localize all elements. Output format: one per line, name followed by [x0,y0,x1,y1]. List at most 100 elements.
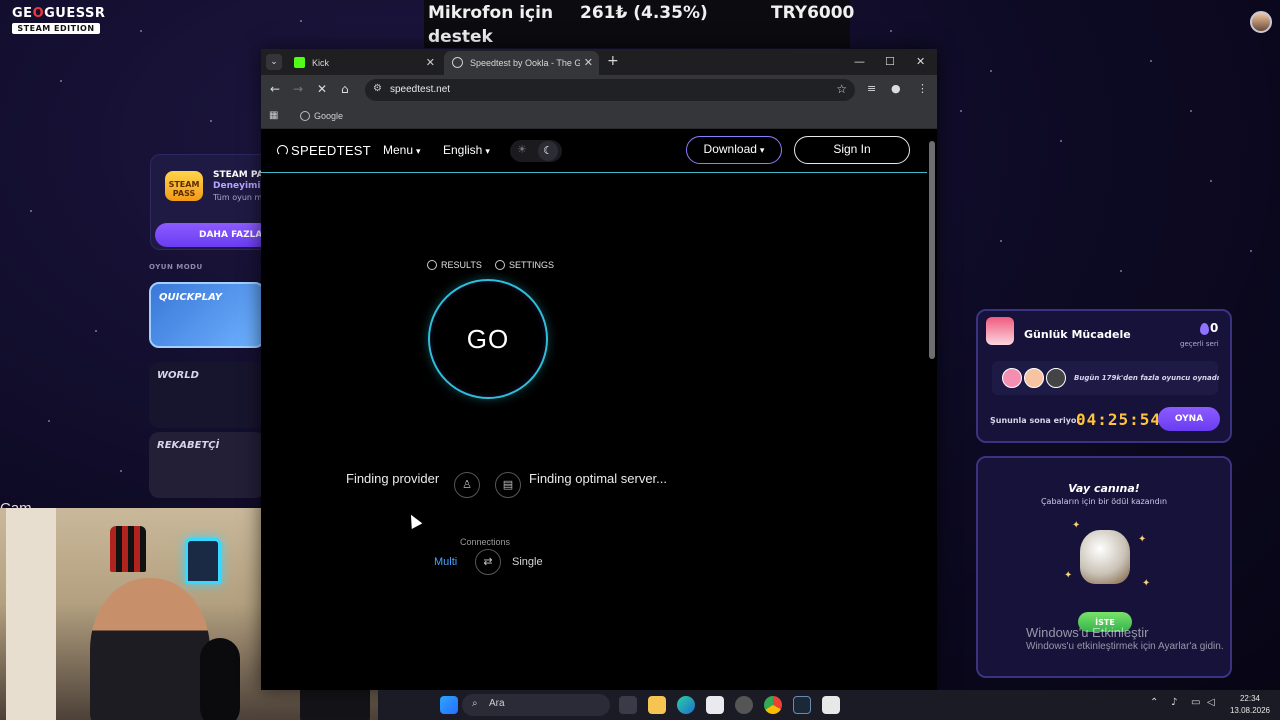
moon-icon[interactable]: ☾ [538,141,558,161]
theme-toggle[interactable]: ☀ ☾ [510,140,562,162]
ends-in-label: Şununla sona eriyor [990,416,1081,425]
chevron-down-icon[interactable]: ⌄ [266,54,282,70]
edge-icon[interactable] [677,696,695,714]
connections-multi-option[interactable]: Multi [434,556,457,568]
sun-icon[interactable]: ☀ [517,143,527,156]
download-button[interactable]: Download ▾ [686,136,782,164]
speedtest-logo[interactable]: SPEEDTEST [277,143,371,158]
chevron-down-icon: ▾ [759,145,765,155]
player-avatar [1002,368,1022,388]
bookmark-google[interactable]: Google [314,111,343,121]
profile-icon[interactable]: ● [891,82,901,95]
maximize-icon[interactable]: ☐ [885,55,895,68]
chrome-icon[interactable] [764,696,782,714]
tab-speedtest[interactable]: Speedtest by Ookla - The Global ✕ [444,51,599,75]
more-menu-icon[interactable]: ⋮ [917,82,928,95]
sparkle-icon: ✦ [1138,534,1147,545]
goat-reward-illustration [1080,530,1130,584]
monitor-icon[interactable]: ▭ [1191,697,1200,708]
new-tab-icon[interactable]: + [607,53,619,69]
url-text: speedtest.net [390,84,451,95]
results-link[interactable]: RESULTS [427,260,482,270]
menu-dropdown[interactable]: Menu ▾ [383,143,421,157]
chevron-down-icon: ▾ [485,146,490,156]
streak-drop-icon [1200,323,1209,335]
sign-in-button[interactable]: Sign In [794,136,910,164]
play-button[interactable]: OYNA [1158,407,1220,431]
mode-card-competitive[interactable]: REKABETÇİ [149,432,265,498]
activation-title: Windows'u Etkinleştir [1026,625,1149,640]
file-explorer-icon[interactable] [648,696,666,714]
task-view-icon[interactable] [619,696,637,714]
bookmarks-bar: ▦ Google [261,105,937,129]
streamer [90,578,210,720]
windows-start-icon[interactable] [440,696,458,714]
close-icon[interactable]: ✕ [426,56,435,69]
server-icon: ▤ [495,472,521,498]
players-strip: Bugün 179k'den fazla oyuncu oynadı [992,361,1220,395]
provider-status: Finding provider [346,471,440,486]
microphone-icon[interactable]: ♪ [1171,697,1177,708]
kick-favicon-icon [294,57,305,68]
star-icon[interactable]: ☆ [836,82,847,96]
connections-single-option[interactable]: Single [512,556,543,568]
daily-challenge-title: Günlük Mücadele [1024,328,1131,341]
streak-label: geçerli seri [1180,340,1219,348]
gauge-icon [277,145,288,156]
go-button[interactable]: GO [428,279,548,399]
steam-icon[interactable] [793,696,811,714]
store-icon[interactable] [706,696,724,714]
scrollbar[interactable] [929,141,935,359]
daily-challenge-panel: Günlük Mücadele 0 geçerli seri Bugün 179… [976,309,1232,443]
browser-window: ⌄ Kick ✕ Speedtest by Ookla - The Global… [261,49,937,690]
mode-card-world[interactable]: WORLD [149,362,265,428]
mode-card-quickplay[interactable]: QUICKPLAY [149,282,265,348]
settings-link[interactable]: SETTINGS [495,260,554,270]
game-mode-label: OYUN MODU [149,263,203,271]
browser-toolbar: ← → ✕ ⌂ ⚙ speedtest.net ☆ ≡ ● ⋮ [261,75,937,105]
apps-icon[interactable]: ▦ [269,110,278,121]
server-status: Finding optimal server... [529,471,668,486]
sparkle-icon: ✦ [1072,520,1081,531]
connections-label: Connections [460,537,511,547]
person-icon: ♙ [454,472,480,498]
arrow-right-icon[interactable]: → [293,82,303,96]
ticker-text-line1: Mikrofon için [428,3,554,23]
site-info-icon[interactable]: ⚙ [373,83,382,94]
jersey [185,538,221,584]
tab-kick[interactable]: Kick ✕ [286,51,441,75]
minimize-icon[interactable]: — [854,55,865,68]
address-bar[interactable]: ⚙ speedtest.net ☆ [365,79,855,101]
chevron-up-icon[interactable]: ⌃ [1150,697,1158,708]
maps-app-icon[interactable] [822,696,840,714]
clock-date: 13.08.2026 [1229,706,1271,715]
calendar-icon [986,317,1014,345]
media-icon[interactable]: ≡ [867,82,876,95]
steam-pass-more-button[interactable]: DAHA FAZLA B [155,223,272,247]
chevron-down-icon: ▾ [416,146,421,156]
close-icon[interactable]: ✕ [584,56,593,69]
volume-icon[interactable]: ◁ [1207,697,1215,708]
microphone [200,638,240,720]
steam-pass-card: STEAM PASS STEAM PASS Deneyimini Tüm oyu… [150,154,276,250]
geoguessr-logo: GEOGUESSR STEAM EDITION [12,6,106,34]
home-icon[interactable]: ⌂ [341,82,349,96]
search-icon: ⌕ [472,698,478,709]
settings-app-icon[interactable] [735,696,753,714]
players-count-text: Bugün 179k'den fazla oyuncu oynadı [1074,374,1220,382]
player-avatar [1024,368,1044,388]
google-icon [300,111,310,121]
ticker-goal: TRY6000 [771,3,855,23]
close-window-icon[interactable]: ✕ [916,55,925,68]
search-placeholder: Ara [489,698,505,709]
taskbar-search[interactable]: ⌕ Ara [462,694,610,716]
arrow-left-icon[interactable]: ← [270,82,280,96]
speedtest-page: SPEEDTEST Menu ▾ English ▾ ☀ ☾ Download ▾ S… [261,129,937,690]
stop-loading-icon[interactable]: ✕ [317,82,327,96]
connections-toggle-icon[interactable]: ⇄ [475,549,501,575]
user-avatar[interactable] [1250,11,1272,33]
windows-activation-watermark: Windows'u Etkinleştir Windows'u etkinleş… [1026,625,1224,652]
tab-strip: ⌄ Kick ✕ Speedtest by Ookla - The Global… [261,49,937,75]
language-dropdown[interactable]: English ▾ [443,143,490,157]
taskbar-clock[interactable]: 22:34 13.08.2026 [1226,693,1274,717]
